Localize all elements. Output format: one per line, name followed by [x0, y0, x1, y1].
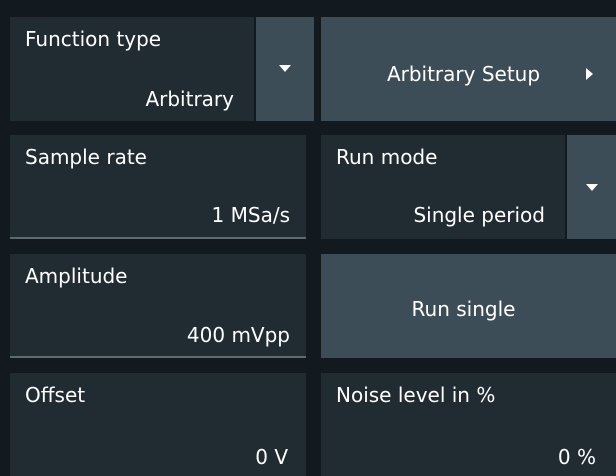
- function-type-label: Function type: [25, 27, 162, 51]
- offset-value: 0 V: [255, 445, 288, 469]
- triangle-right-icon: [586, 68, 593, 80]
- run-single-button[interactable]: Run single: [321, 254, 616, 358]
- amplitude-underline: [10, 356, 306, 358]
- arbitrary-setup-button[interactable]: Arbitrary Setup: [321, 17, 616, 121]
- noise-level-value: 0 %: [557, 445, 596, 469]
- sample-rate-value: 1 MSa/s: [211, 203, 290, 227]
- triangle-down-icon: [586, 184, 598, 191]
- function-settings-panel: Function type Arbitrary Arbitrary Setup …: [0, 0, 616, 476]
- arbitrary-setup-label: Arbitrary Setup: [386, 62, 541, 86]
- offset-field[interactable]: Offset 0 V: [10, 373, 306, 476]
- run-mode-value: Single period: [413, 203, 545, 227]
- triangle-down-icon: [279, 65, 291, 72]
- sample-rate-label: Sample rate: [25, 145, 147, 169]
- offset-label: Offset: [25, 383, 86, 407]
- run-single-label: Run single: [411, 297, 516, 321]
- amplitude-label: Amplitude: [25, 264, 128, 288]
- run-mode-label: Run mode: [336, 145, 438, 169]
- sample-rate-field[interactable]: Sample rate 1 MSa/s: [10, 135, 306, 239]
- sample-rate-underline: [10, 237, 306, 239]
- run-mode-field[interactable]: Run mode Single period: [321, 135, 565, 239]
- noise-level-label: Noise level in %: [336, 383, 496, 407]
- noise-level-field[interactable]: Noise level in % 0 %: [321, 373, 616, 476]
- function-type-dropdown-button[interactable]: [256, 17, 314, 121]
- function-type-field[interactable]: Function type Arbitrary: [10, 17, 254, 121]
- run-mode-dropdown-button[interactable]: [567, 135, 616, 239]
- function-type-value: Arbitrary: [145, 87, 234, 111]
- amplitude-field[interactable]: Amplitude 400 mVpp: [10, 254, 306, 358]
- amplitude-value: 400 mVpp: [186, 323, 290, 347]
